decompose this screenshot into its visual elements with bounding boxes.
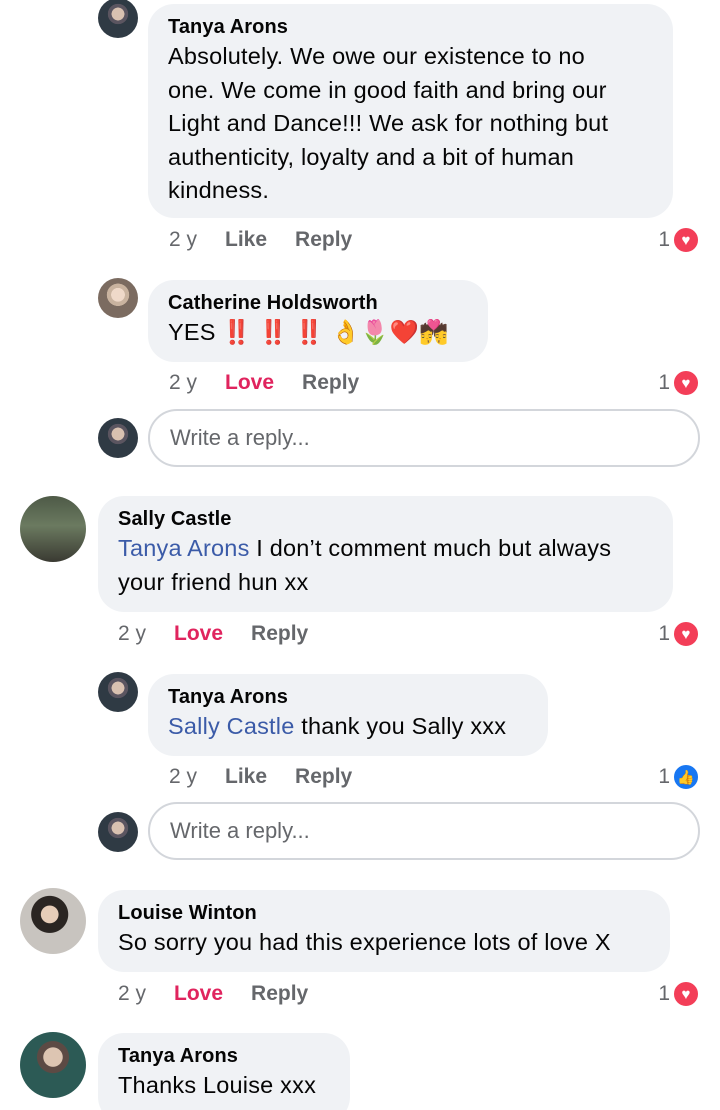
reply-input[interactable]: Write a reply...	[148, 409, 700, 467]
reaction-count: 1	[658, 765, 670, 788]
love-button[interactable]: Love	[174, 622, 223, 646]
heart-icon: ♥	[672, 226, 700, 254]
comment-timestamp[interactable]: 2 y	[169, 371, 197, 395]
heart-icon: ♥	[672, 369, 700, 397]
avatar	[98, 812, 138, 852]
reaction-summary[interactable]: 1 ♥	[658, 226, 700, 254]
mention-link[interactable]: Sally Castle	[168, 713, 294, 739]
reply-button[interactable]: Reply	[295, 228, 352, 252]
avatar[interactable]	[20, 888, 86, 954]
thumbs-up-icon: 👍	[672, 763, 700, 791]
comment-text-line: one. We come in good faith and bring our	[168, 76, 607, 103]
comment-bubble: Tanya Arons Absolutely. We owe our exist…	[148, 4, 673, 218]
comment-actions: 2 y Love Reply	[118, 982, 336, 1006]
reaction-summary[interactable]: 1 ♥	[658, 980, 700, 1008]
reaction-summary[interactable]: 1 ♥	[658, 369, 700, 397]
comment-timestamp[interactable]: 2 y	[118, 982, 146, 1006]
comment-bubble: Tanya Arons Thanks Louise xxx	[98, 1033, 350, 1110]
comment-bubble: Tanya Arons Sally Castle thank you Sally…	[148, 674, 548, 756]
mention-link[interactable]: Tanya Arons	[118, 535, 250, 561]
avatar[interactable]	[98, 278, 138, 318]
reaction-count: 1	[658, 371, 670, 394]
reaction-count: 1	[658, 622, 670, 645]
love-button[interactable]: Love	[225, 371, 274, 395]
comment-actions: 2 y Love Reply	[169, 371, 387, 395]
comment-actions: 2 y Like Reply	[169, 765, 380, 789]
reaction-summary[interactable]: 1 ♥	[658, 620, 700, 648]
comment-text-line: Light and Dance!!! We ask for nothing bu…	[168, 110, 609, 136]
reply-button[interactable]: Reply	[302, 371, 359, 395]
avatar[interactable]	[98, 0, 138, 38]
avatar[interactable]	[20, 496, 86, 562]
comment-text-line: Tanya Arons I don’t comment much but alw…	[118, 532, 653, 566]
comment-author[interactable]: Louise Winton	[118, 900, 650, 926]
comment-text-line: Absolutely. We owe our existence to no	[168, 43, 585, 69]
reaction-count: 1	[658, 228, 670, 251]
comment-actions: 2 y Love Reply	[118, 622, 336, 646]
comment-author[interactable]: Sally Castle	[118, 506, 653, 532]
reaction-summary[interactable]: 1 👍	[658, 763, 700, 791]
reply-placeholder: Write a reply...	[170, 818, 310, 843]
avatar[interactable]	[20, 1032, 86, 1098]
comment-author[interactable]: Catherine Holdsworth	[168, 290, 468, 316]
comment-text: Thanks Louise xxx	[118, 1072, 317, 1098]
comment-actions: 2 y Like Reply	[169, 228, 380, 252]
comment-timestamp[interactable]: 2 y	[118, 622, 146, 646]
love-button[interactable]: Love	[174, 982, 223, 1006]
comment-timestamp[interactable]: 2 y	[169, 228, 197, 252]
comment-text-line: your friend hun xx	[118, 568, 309, 595]
comment-bubble: Sally Castle Tanya Arons I don’t comment…	[98, 496, 673, 612]
emoji-sequence-icon: 👌🌷❤️💏	[330, 319, 449, 345]
comment-bubble: Louise Winton So sorry you had this expe…	[98, 890, 670, 972]
reply-button[interactable]: Reply	[251, 982, 308, 1006]
comment-author[interactable]: Tanya Arons	[168, 14, 653, 40]
avatar[interactable]	[98, 672, 138, 712]
comment-text: Sally Castle thank you Sally xxx	[168, 710, 528, 744]
comment-text: YES ‼️ ‼️ ‼️ 👌🌷❤️💏	[168, 316, 468, 350]
comment-text-fragment: I don’t comment much but always	[249, 535, 612, 561]
reply-input[interactable]: Write a reply...	[148, 802, 700, 860]
like-button[interactable]: Like	[225, 228, 267, 252]
comment-timestamp[interactable]: 2 y	[169, 765, 197, 789]
reply-button[interactable]: Reply	[295, 765, 352, 789]
reaction-count: 1	[658, 982, 670, 1005]
comment-author[interactable]: Tanya Arons	[118, 1043, 330, 1069]
avatar	[98, 418, 138, 458]
comment-text: So sorry you had this experience lots of…	[118, 929, 611, 955]
comment-text-word: YES	[168, 319, 216, 345]
comment-bubble: Catherine Holdsworth YES ‼️ ‼️ ‼️ 👌🌷❤️💏	[148, 280, 488, 362]
heart-icon: ♥	[672, 620, 700, 648]
comment-author[interactable]: Tanya Arons	[168, 684, 528, 710]
exclamation-emoji-icon: ‼️ ‼️ ‼️	[222, 319, 325, 345]
like-button[interactable]: Like	[225, 765, 267, 789]
reply-placeholder: Write a reply...	[170, 425, 310, 450]
reply-button[interactable]: Reply	[251, 622, 308, 646]
comment-text-fragment: thank you Sally xxx	[294, 713, 507, 739]
comment-text-line: authenticity, loyalty and a bit of human	[168, 143, 574, 170]
heart-icon: ♥	[672, 980, 700, 1008]
comment-text-line: kindness.	[168, 177, 270, 203]
